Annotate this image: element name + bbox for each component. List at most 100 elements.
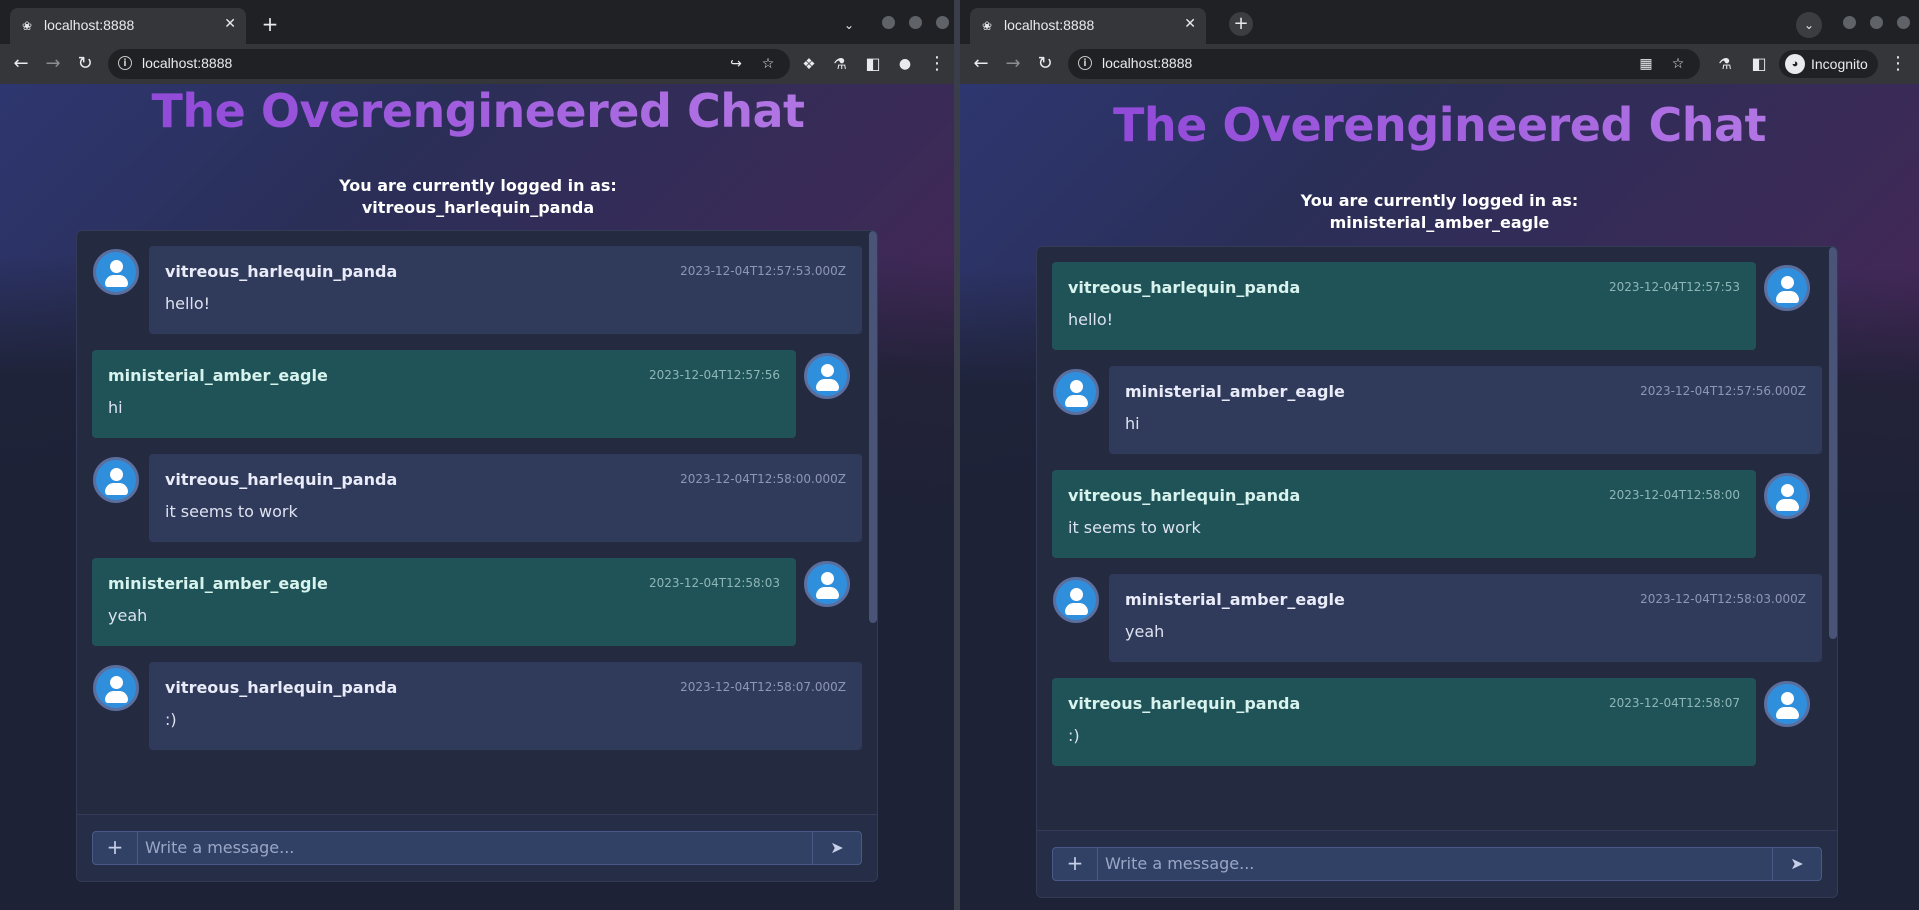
avatar xyxy=(1053,369,1099,415)
message-timestamp: 2023-12-04T12:58:00 xyxy=(1609,488,1740,502)
chat-page: The Overengineered Chat You are currentl… xyxy=(0,84,956,910)
incognito-label: Incognito xyxy=(1811,56,1868,72)
logged-in-label: You are currently logged in as: xyxy=(1300,191,1579,210)
maximize-button[interactable] xyxy=(1870,16,1883,29)
current-username: ministerial_amber_eagle xyxy=(1329,213,1550,232)
bookmark-star-icon[interactable]: ☆ xyxy=(1668,54,1688,74)
avatar xyxy=(804,353,850,399)
message: ministerial_amber_eagle 2023-12-04T12:57… xyxy=(92,350,796,438)
avatar xyxy=(93,249,139,295)
incognito-indicator[interactable]: ◕ Incognito xyxy=(1779,50,1878,78)
message-text: it seems to work xyxy=(165,502,298,521)
tab-search-icon[interactable]: ⌄ xyxy=(838,14,860,36)
back-icon[interactable]: ← xyxy=(969,52,993,76)
share-icon[interactable]: ↪ xyxy=(726,54,746,74)
browser-menu-icon[interactable]: ⋮ xyxy=(1886,52,1910,76)
message-author: ministerial_amber_eagle xyxy=(108,574,328,593)
browser-toolbar: ← → ↻ i localhost:8888 ▦ ☆ ⚗ ◧ ◕ Incogni… xyxy=(960,44,1919,84)
avatar xyxy=(804,561,850,607)
chat-page: The Overengineered Chat You are currentl… xyxy=(960,84,1919,910)
site-info-icon[interactable]: i xyxy=(1078,56,1092,70)
favicon-icon: ❀ xyxy=(982,19,993,33)
message-author: ministerial_amber_eagle xyxy=(1125,590,1345,609)
maximize-button[interactable] xyxy=(909,16,922,29)
tab-title: localhost:8888 xyxy=(44,17,135,33)
message-input[interactable]: Write a message... xyxy=(145,838,294,857)
attach-button[interactable]: + xyxy=(1053,848,1098,880)
tab-close-icon[interactable]: ✕ xyxy=(1184,16,1196,32)
address-bar[interactable]: i localhost:8888 ▦ ☆ xyxy=(1068,49,1700,79)
minimize-button[interactable] xyxy=(1843,16,1856,29)
logged-in-label: You are currently logged in as: xyxy=(339,176,617,195)
send-button[interactable]: ➤ xyxy=(812,832,861,864)
browser-menu-icon[interactable]: ⋮ xyxy=(925,52,949,76)
extensions-icon[interactable]: ❖ xyxy=(797,52,821,76)
page-title: The Overengineered Chat xyxy=(960,98,1919,152)
message-timestamp: 2023-12-04T12:58:00.000Z xyxy=(680,472,846,486)
attach-button[interactable]: + xyxy=(93,832,138,864)
browser-tab[interactable]: ❀ localhost:8888 ✕ xyxy=(970,8,1206,44)
minimize-button[interactable] xyxy=(882,16,895,29)
message-text: :) xyxy=(1068,726,1080,745)
message-author: vitreous_harlequin_panda xyxy=(165,262,398,281)
browser-tab[interactable]: ❀ localhost:8888 ✕ xyxy=(10,8,246,44)
favicon-icon: ❀ xyxy=(22,19,33,33)
forward-icon[interactable]: → xyxy=(41,52,65,76)
message-list[interactable]: vitreous_harlequin_panda 2023-12-04T12:5… xyxy=(77,231,877,815)
url-text: localhost:8888 xyxy=(142,55,233,71)
send-button[interactable]: ➤ xyxy=(1772,848,1821,880)
message-author: vitreous_harlequin_panda xyxy=(165,470,398,489)
tab-search-icon[interactable]: ⌄ xyxy=(1796,12,1822,38)
incognito-icon: ◕ xyxy=(1785,54,1805,74)
browser-window-left: ❀ localhost:8888 ✕ + ⌄ ← → ↻ i localhost… xyxy=(0,0,956,910)
message-list-scrollbar[interactable] xyxy=(869,231,877,623)
new-tab-button[interactable]: + xyxy=(1229,12,1253,36)
message: vitreous_harlequin_panda 2023-12-04T12:5… xyxy=(149,662,862,750)
message: vitreous_harlequin_panda 2023-12-04T12:5… xyxy=(1052,470,1756,558)
side-panel-icon[interactable]: ◧ xyxy=(1747,52,1771,76)
message-author: vitreous_harlequin_panda xyxy=(1068,486,1301,505)
avatar xyxy=(1764,473,1810,519)
close-window-button[interactable] xyxy=(936,16,949,29)
reload-icon[interactable]: ↻ xyxy=(73,52,97,76)
message-input[interactable]: Write a message... xyxy=(1105,854,1254,873)
site-info-icon[interactable]: i xyxy=(118,56,132,70)
message-composer: + Write a message... ➤ xyxy=(77,814,877,881)
message-author: vitreous_harlequin_panda xyxy=(1068,694,1301,713)
message: vitreous_harlequin_panda 2023-12-04T12:5… xyxy=(1052,262,1756,350)
tab-title: localhost:8888 xyxy=(1004,17,1095,33)
tab-strip: ❀ localhost:8888 ✕ + ⌄ xyxy=(0,0,956,44)
message-author: vitreous_harlequin_panda xyxy=(165,678,398,697)
profile-icon[interactable]: ● xyxy=(893,52,917,76)
address-bar[interactable]: i localhost:8888 ↪ ☆ xyxy=(108,49,790,79)
close-window-button[interactable] xyxy=(1897,16,1910,29)
message-timestamp: 2023-12-04T12:58:07 xyxy=(1609,696,1740,710)
new-tab-button[interactable]: + xyxy=(258,12,282,36)
message-author: ministerial_amber_eagle xyxy=(1125,382,1345,401)
message-timestamp: 2023-12-04T12:58:03.000Z xyxy=(1640,592,1806,606)
message-timestamp: 2023-12-04T12:57:56 xyxy=(649,368,780,382)
message-timestamp: 2023-12-04T12:58:03 xyxy=(649,576,780,590)
labs-icon[interactable]: ⚗ xyxy=(828,52,852,76)
avatar xyxy=(93,665,139,711)
tab-strip: ❀ localhost:8888 ✕ + ⌄ xyxy=(960,0,1919,44)
side-panel-icon[interactable]: ◧ xyxy=(861,52,885,76)
back-icon[interactable]: ← xyxy=(9,52,33,76)
labs-icon[interactable]: ⚗ xyxy=(1713,52,1737,76)
message-text: yeah xyxy=(108,606,148,625)
reload-icon[interactable]: ↻ xyxy=(1033,52,1057,76)
message: vitreous_harlequin_panda 2023-12-04T12:5… xyxy=(149,246,862,334)
tab-close-icon[interactable]: ✕ xyxy=(224,16,236,32)
qr-code-icon[interactable]: ▦ xyxy=(1636,54,1656,74)
message-list-scrollbar[interactable] xyxy=(1829,247,1837,639)
browser-window-right: ❀ localhost:8888 ✕ + ⌄ ← → ↻ i localhost… xyxy=(960,0,1919,910)
avatar xyxy=(1764,265,1810,311)
message-author: ministerial_amber_eagle xyxy=(108,366,328,385)
message-composer: + Write a message... ➤ xyxy=(1037,830,1837,897)
message-list[interactable]: vitreous_harlequin_panda 2023-12-04T12:5… xyxy=(1037,247,1837,831)
forward-icon[interactable]: → xyxy=(1001,52,1025,76)
bookmark-star-icon[interactable]: ☆ xyxy=(758,54,778,74)
message-timestamp: 2023-12-04T12:58:07.000Z xyxy=(680,680,846,694)
chat-box: vitreous_harlequin_panda 2023-12-04T12:5… xyxy=(1036,246,1838,898)
message: vitreous_harlequin_panda 2023-12-04T12:5… xyxy=(1052,678,1756,766)
